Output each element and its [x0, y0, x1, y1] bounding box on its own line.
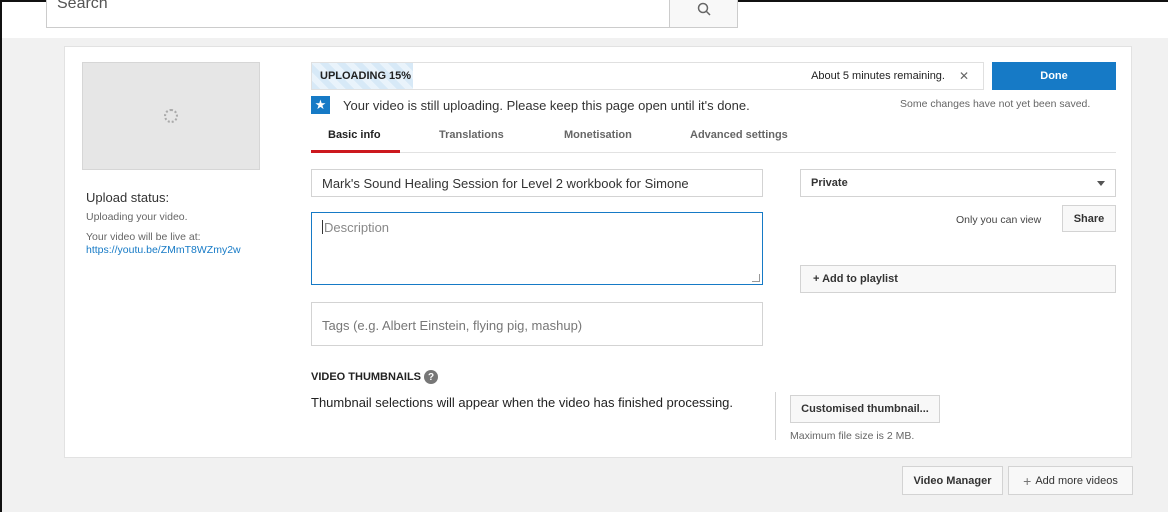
- description-placeholder: Description: [324, 220, 390, 235]
- title-field[interactable]: Mark's Sound Healing Session for Level 2…: [311, 169, 763, 197]
- thumbnail-note: Thumbnail selections will appear when th…: [311, 395, 734, 410]
- video-thumbnail-preview: [82, 62, 260, 170]
- video-thumbnails-label: VIDEO THUMBNAILS: [311, 371, 421, 383]
- done-button[interactable]: Done: [992, 62, 1116, 90]
- unsaved-changes-note: Some changes have not yet been saved.: [900, 98, 1091, 110]
- search-input[interactable]: Search: [46, 0, 670, 28]
- search-icon: [697, 2, 711, 16]
- progress-label: UPLOADING 15%: [320, 70, 412, 82]
- divider: [775, 392, 776, 440]
- live-at-label: Your video will be live at:: [86, 231, 201, 243]
- tab-translations[interactable]: Translations: [439, 129, 504, 141]
- privacy-value: Private: [811, 177, 848, 189]
- video-link[interactable]: https://youtu.be/ZMmT8WZmy2w: [86, 244, 241, 256]
- upload-status-title: Upload status:: [86, 190, 170, 205]
- description-field[interactable]: Description: [311, 212, 763, 285]
- star-icon: ★: [311, 96, 330, 114]
- chevron-down-icon: [1097, 181, 1105, 186]
- share-button[interactable]: Share: [1062, 205, 1116, 232]
- privacy-note: Only you can view: [956, 214, 1042, 226]
- resize-handle[interactable]: [752, 274, 760, 282]
- video-manager-button[interactable]: Video Manager: [902, 466, 1003, 495]
- add-more-videos-button[interactable]: + Add more videos: [1008, 466, 1133, 495]
- active-tab-indicator: [311, 150, 400, 153]
- text-cursor: [322, 220, 323, 234]
- tags-field[interactable]: Tags (e.g. Albert Einstein, flying pig, …: [311, 302, 763, 346]
- upload-notice: Your video is still uploading. Please ke…: [343, 98, 750, 113]
- time-remaining: About 5 minutes remaining.: [811, 70, 945, 82]
- add-more-videos-label: Add more videos: [1035, 474, 1118, 487]
- video-thumbnails-heading: VIDEO THUMBNAILS ?: [311, 370, 438, 384]
- help-icon[interactable]: ?: [424, 370, 438, 384]
- privacy-select[interactable]: Private: [800, 169, 1116, 197]
- customised-thumbnail-button[interactable]: Customised thumbnail...: [790, 395, 940, 423]
- upload-status-text: Uploading your video.: [86, 211, 188, 223]
- max-file-size-note: Maximum file size is 2 MB.: [790, 430, 915, 442]
- close-icon[interactable]: ✕: [959, 69, 969, 83]
- top-bar: Search: [2, 0, 1168, 38]
- search-button[interactable]: [669, 0, 738, 28]
- tab-basic-info[interactable]: Basic info: [328, 129, 381, 141]
- upload-progress-bar: UPLOADING 15% About 5 minutes remaining.…: [311, 62, 984, 90]
- tab-bar: Basic info Translations Monetisation Adv…: [311, 120, 1116, 153]
- tab-monetisation[interactable]: Monetisation: [564, 129, 632, 141]
- add-to-playlist-button[interactable]: + Add to playlist: [800, 265, 1116, 293]
- plus-icon: +: [1023, 472, 1032, 489]
- loading-spinner-icon: [164, 109, 178, 123]
- tab-advanced-settings[interactable]: Advanced settings: [690, 129, 788, 141]
